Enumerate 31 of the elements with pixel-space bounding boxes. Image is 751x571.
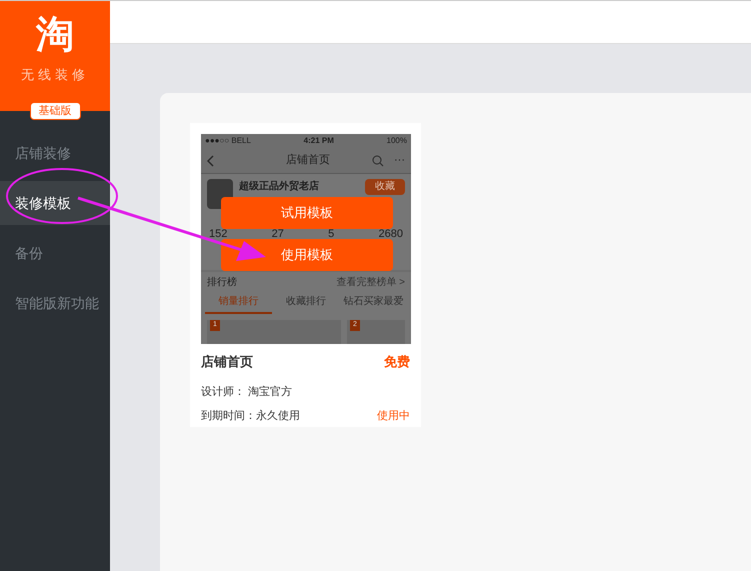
back-icon[interactable] [207, 154, 214, 166]
template-action-button[interactable]: 试用模板 [221, 197, 393, 229]
favorite-button[interactable]: 收藏 [365, 179, 405, 195]
template-price: 免费 [384, 353, 410, 371]
stat-number: 27 [272, 229, 284, 240]
search-icon[interactable] [372, 154, 384, 166]
sidebar-item[interactable]: 店铺装修 [0, 131, 110, 175]
template-action-button[interactable]: 使用模板 [221, 239, 393, 271]
logo-glyph: 淘 [36, 13, 74, 57]
ranking-tab[interactable]: 收藏排行 [272, 292, 340, 314]
battery-text: 100% [386, 135, 407, 147]
preview-title: 店铺首页 [286, 152, 330, 168]
expiry-text: 到期时间：永久使用 [201, 408, 300, 424]
edition-badge: 基础版 [30, 102, 80, 120]
sidebar-item[interactable]: 备份 [0, 231, 110, 275]
ranking-tab[interactable]: 钻石买家最爱 [340, 292, 407, 314]
designer-text: 设计师： 淘宝官方 [201, 384, 294, 400]
sidebar-item[interactable]: 装修模板 [0, 181, 110, 225]
sidebar-item[interactable]: 智能版新功能 [0, 281, 110, 325]
ranking-link[interactable]: 查看完整榜单 > [336, 274, 405, 290]
logo-subtitle: 无线装修 [21, 66, 89, 84]
stat-number: 5 [328, 229, 334, 240]
shop-name: 超级正品外贸老店 [239, 179, 320, 194]
carrier-text: ●●●○○ BELL [205, 135, 251, 147]
stat-number: 2680 [378, 229, 403, 240]
time-text: 4:21 PM [304, 135, 334, 147]
more-text[interactable]: ··· [394, 152, 405, 169]
template-title: 店铺首页 [201, 353, 253, 371]
template-status: 使用中 [377, 409, 410, 424]
stat-number: 152 [209, 229, 228, 240]
ranking-title: 排行榜 [207, 276, 237, 290]
